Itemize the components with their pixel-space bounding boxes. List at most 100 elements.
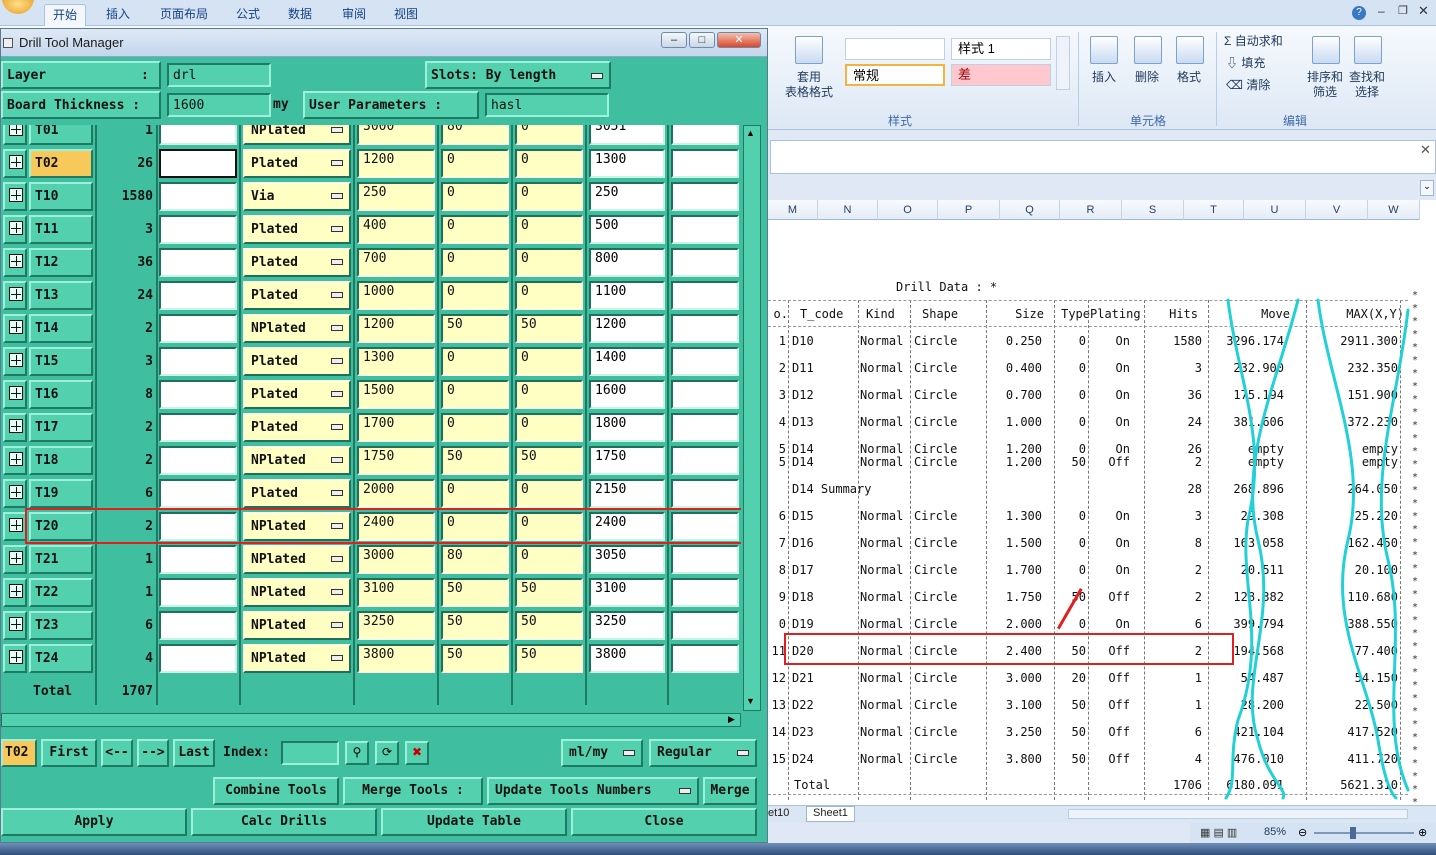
plating-selector[interactable]: Plated: [243, 479, 351, 508]
last-button[interactable]: Last: [173, 739, 215, 767]
style-swatch-blank[interactable]: [845, 38, 945, 60]
tolerance-plus-field[interactable]: 50: [441, 314, 509, 343]
update-table-button[interactable]: Update Table: [381, 808, 567, 836]
expand-toggle[interactable]: [3, 281, 27, 310]
extra-field[interactable]: [671, 281, 739, 310]
column-header[interactable]: T: [1184, 200, 1244, 220]
ribbon-tab[interactable]: 数据: [280, 4, 320, 26]
tool-code[interactable]: T18: [29, 446, 93, 475]
drill-size-field[interactable]: 1400: [589, 347, 665, 376]
tolerance-minus-field[interactable]: 0: [515, 545, 583, 574]
tool-row[interactable]: T22 1 NPlated 3100 50 50 3100: [1, 576, 741, 609]
tool-code[interactable]: T13: [29, 281, 93, 310]
plating-selector[interactable]: NPlated: [243, 314, 351, 343]
minimize-icon[interactable]: –: [661, 32, 687, 48]
expand-toggle[interactable]: [3, 149, 27, 178]
plating-selector[interactable]: NPlated: [243, 578, 351, 607]
tolerance-plus-field[interactable]: 80: [441, 125, 509, 145]
tolerance-plus-field[interactable]: 80: [441, 545, 509, 574]
extra-field[interactable]: [671, 578, 739, 607]
tool-comment-field[interactable]: [159, 182, 237, 211]
tolerance-minus-field[interactable]: 0: [515, 479, 583, 508]
finished-size-field[interactable]: 1300: [357, 347, 435, 376]
maximize-icon[interactable]: □: [689, 32, 715, 48]
delete-cells-icon[interactable]: [1134, 36, 1162, 64]
drill-size-field[interactable]: 1300: [589, 149, 665, 178]
autosum-button[interactable]: Σ 自动求和: [1224, 34, 1304, 49]
expand-toggle[interactable]: [3, 380, 27, 409]
extra-field[interactable]: [671, 611, 739, 640]
tool-row[interactable]: T21 1 NPlated 3000 80 0 3050: [1, 543, 741, 576]
tool-row[interactable]: T13 24 Plated 1000 0 0 1100: [1, 279, 741, 312]
tool-row[interactable]: T10 1580 Via 250 0 0 250: [1, 180, 741, 213]
tool-comment-field[interactable]: [159, 611, 237, 640]
tool-row[interactable]: T23 6 NPlated 3250 50 50 3250: [1, 609, 741, 642]
tool-code[interactable]: T12: [29, 248, 93, 277]
finished-size-field[interactable]: 400: [357, 215, 435, 244]
tolerance-plus-field[interactable]: 0: [441, 479, 509, 508]
tool-comment-field[interactable]: [159, 149, 237, 178]
tool-row[interactable]: T02 26 Plated 1200 0 0 1300: [1, 147, 741, 180]
tool-comment-field[interactable]: [159, 644, 237, 673]
fill-button[interactable]: ⇩ 填充: [1226, 56, 1286, 71]
tolerance-minus-field[interactable]: 50: [515, 611, 583, 640]
plating-selector[interactable]: NPlated: [243, 446, 351, 475]
prev-button[interactable]: <--: [101, 739, 133, 767]
drill-size-field[interactable]: 800: [589, 248, 665, 277]
next-button[interactable]: -->: [137, 739, 169, 767]
drill-size-field[interactable]: 1750: [589, 446, 665, 475]
tool-code[interactable]: T21: [29, 545, 93, 574]
drill-size-field[interactable]: 3800: [589, 644, 665, 673]
vertical-scrollbar[interactable]: ▲ ▼: [743, 125, 761, 711]
tolerance-plus-field[interactable]: 50: [441, 446, 509, 475]
format-cells-icon[interactable]: [1176, 36, 1204, 64]
tolerance-plus-field[interactable]: 50: [441, 611, 509, 640]
extra-field[interactable]: [671, 446, 739, 475]
tool-code[interactable]: T10: [29, 182, 93, 211]
tool-code[interactable]: T02: [29, 149, 93, 178]
tool-comment-field[interactable]: [159, 413, 237, 442]
tool-row[interactable]: T15 3 Plated 1300 0 0 1400: [1, 345, 741, 378]
column-header[interactable]: P: [938, 200, 1000, 220]
tool-comment-field[interactable]: [159, 446, 237, 475]
extra-field[interactable]: [671, 380, 739, 409]
sheet-tab[interactable]: et10: [768, 807, 789, 819]
finished-size-field[interactable]: 3100: [357, 578, 435, 607]
table-horizontal-scrollbar[interactable]: ▶: [1, 713, 741, 727]
sheet-tab-active[interactable]: Sheet1: [806, 806, 855, 822]
search-icon[interactable]: ⚲: [345, 741, 369, 765]
tool-code[interactable]: T24: [29, 644, 93, 673]
extra-field[interactable]: [671, 314, 739, 343]
drill-size-field[interactable]: 3050: [589, 545, 665, 574]
plating-selector[interactable]: Plated: [243, 215, 351, 244]
merge-button[interactable]: Merge: [703, 777, 757, 805]
expand-toggle[interactable]: [3, 578, 27, 607]
style-gallery-scroll[interactable]: [1056, 36, 1070, 90]
expand-toggle[interactable]: [3, 644, 27, 673]
tolerance-minus-field[interactable]: 0: [515, 413, 583, 442]
tolerance-plus-field[interactable]: 0: [441, 248, 509, 277]
index-field[interactable]: [281, 741, 339, 765]
plating-selector[interactable]: Via: [243, 182, 351, 211]
finished-size-field[interactable]: 1700: [357, 413, 435, 442]
expand-toggle[interactable]: [3, 215, 27, 244]
extra-field[interactable]: [671, 413, 739, 442]
zoom-slider-thumb[interactable]: [1350, 827, 1356, 839]
finished-size-field[interactable]: 3800: [357, 644, 435, 673]
tolerance-plus-field[interactable]: 0: [441, 347, 509, 376]
first-button[interactable]: First: [41, 739, 97, 767]
plating-selector[interactable]: Plated: [243, 149, 351, 178]
ribbon-tab[interactable]: 视图: [386, 4, 426, 26]
column-header[interactable]: R: [1060, 200, 1122, 220]
plating-selector[interactable]: NPlated: [243, 644, 351, 673]
plating-selector[interactable]: NPlated: [243, 125, 351, 145]
style-swatch-bad[interactable]: 差: [951, 64, 1051, 86]
plating-selector[interactable]: Plated: [243, 281, 351, 310]
finished-size-field[interactable]: 1750: [357, 446, 435, 475]
drill-size-field[interactable]: 1800: [589, 413, 665, 442]
mode-selector[interactable]: Regular: [649, 739, 757, 767]
tool-row[interactable]: T19 6 Plated 2000 0 0 2150: [1, 477, 741, 510]
extra-field[interactable]: [671, 248, 739, 277]
tool-comment-field[interactable]: [159, 125, 237, 145]
tolerance-plus-field[interactable]: 0: [441, 380, 509, 409]
